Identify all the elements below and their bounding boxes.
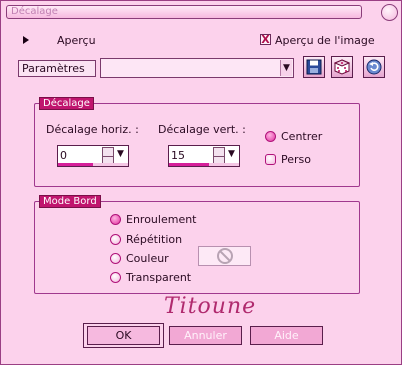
custom-radio[interactable]	[265, 154, 276, 165]
vertical-offset-value: 15	[171, 149, 185, 162]
title-bar[interactable]: Décalage	[6, 5, 362, 19]
center-radio[interactable]	[265, 131, 276, 142]
window-title: Décalage	[11, 6, 58, 17]
edge-mode-group: Mode Bord	[34, 195, 360, 294]
vertical-offset-field[interactable]: 15 ▼	[168, 145, 240, 167]
preview-image-label: Aperçu de l'image	[275, 34, 375, 47]
close-button[interactable]	[381, 4, 398, 21]
vertical-offset-dropdown-icon[interactable]: ▼	[228, 149, 235, 159]
floppy-disk-icon	[306, 59, 322, 75]
preview-image-checkbox[interactable]: X	[260, 34, 271, 45]
random-parameters-button[interactable]	[331, 56, 353, 78]
horizontal-offset-value: 0	[60, 149, 67, 162]
repeat-radio[interactable]	[110, 234, 121, 245]
horizontal-offset-label: Décalage horiz. :	[46, 123, 139, 136]
color-swatch[interactable]	[198, 246, 251, 266]
parameters-combo[interactable]: ▼	[100, 58, 294, 78]
dialog-window: Décalage Aperçu X Aperçu de l'image Para…	[0, 0, 402, 365]
color-label: Couleur	[126, 252, 169, 265]
help-button[interactable]: Aide	[250, 326, 323, 345]
wrap-label: Enroulement	[126, 213, 197, 226]
expand-arrow-icon[interactable]	[23, 36, 29, 44]
ok-button[interactable]: OK	[87, 326, 160, 345]
vertical-offset-label: Décalage vert. :	[158, 123, 246, 136]
offset-group-title: Décalage	[39, 97, 94, 110]
horizontal-offset-dropdown-icon[interactable]: ▼	[117, 149, 124, 159]
edge-mode-group-title: Mode Bord	[39, 195, 101, 208]
horizontal-offset-slider-fill	[58, 163, 93, 166]
reset-arrow-icon	[366, 59, 382, 75]
chevron-down-icon[interactable]: ▼	[280, 60, 292, 76]
cancel-button[interactable]: Annuler	[169, 326, 242, 345]
save-preset-button[interactable]	[303, 56, 325, 78]
center-label: Centrer	[281, 130, 323, 143]
custom-label: Perso	[281, 153, 311, 166]
author-signature: Titoune	[164, 294, 257, 319]
transparent-label: Transparent	[126, 271, 192, 284]
reset-button[interactable]	[363, 56, 385, 78]
horizontal-offset-field[interactable]: 0 ▼	[57, 145, 129, 167]
parameters-label: Paramètres	[18, 60, 96, 77]
vertical-offset-slider-fill	[169, 163, 209, 166]
dice-icon	[334, 59, 350, 75]
color-radio[interactable]	[110, 253, 121, 264]
transparent-radio[interactable]	[110, 272, 121, 283]
repeat-label: Répétition	[126, 233, 183, 246]
preview-label: Aperçu	[57, 34, 96, 47]
no-entry-icon	[216, 248, 233, 264]
wrap-radio[interactable]	[110, 214, 121, 225]
